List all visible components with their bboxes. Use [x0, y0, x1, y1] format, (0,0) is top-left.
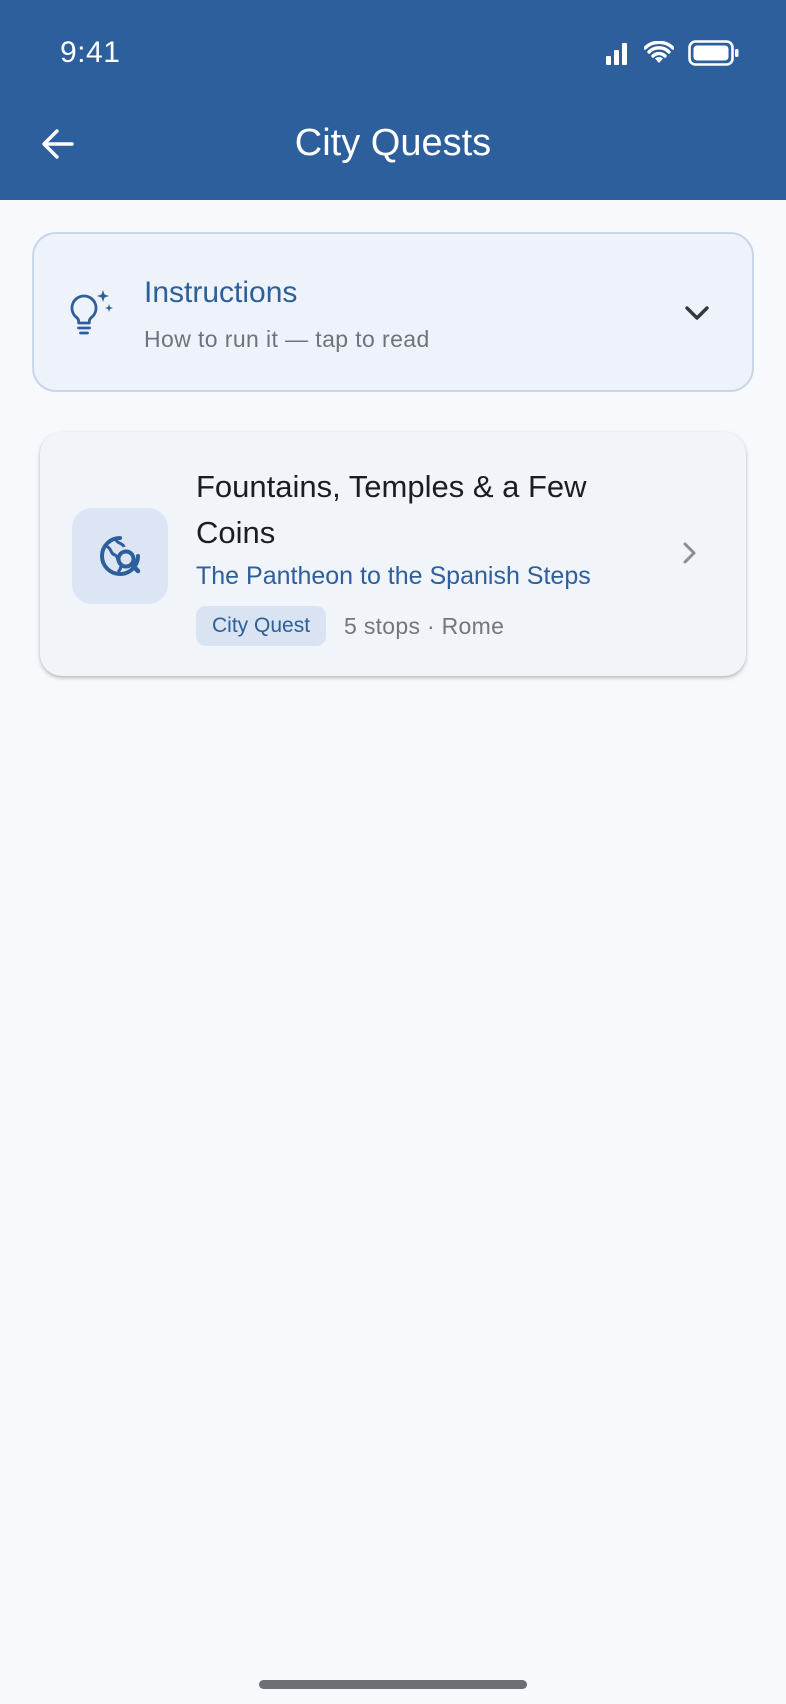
home-indicator: [259, 1680, 527, 1689]
chevron-right-icon: [683, 542, 696, 564]
page-title: City Quests: [294, 122, 492, 164]
instructions-title: Instructions: [144, 276, 298, 309]
status-icons: [604, 40, 740, 66]
quest-icon-tile: [72, 508, 168, 604]
quest-type-badge: City Quest: [196, 606, 327, 646]
quest-meta: City Quest 5 stops · Rome: [196, 606, 504, 646]
travel-explore-icon: [100, 536, 141, 576]
quest-stats: 5 stops · Rome: [344, 612, 505, 639]
quest-card[interactable]: Fountains, Temples & a Few Coins The Pan…: [40, 432, 746, 676]
status-time: 9:41: [60, 36, 121, 69]
quest-title: Fountains, Temples & a Few Coins: [196, 469, 587, 550]
app-bar: 9:41 City Quests: [0, 0, 786, 200]
instructions-card[interactable]: Instructions How to run it — tap to read: [32, 232, 754, 392]
quest-subtitle: The Pantheon to the Spanish Steps: [196, 562, 591, 590]
wifi-icon: [644, 41, 674, 63]
signal-icon: [606, 43, 627, 65]
battery-icon: [688, 40, 739, 66]
chevron-down-icon[interactable]: [680, 296, 714, 330]
lightbulb-sparkle-icon: [70, 290, 113, 335]
instructions-subtitle: How to run it — tap to read: [144, 326, 430, 352]
